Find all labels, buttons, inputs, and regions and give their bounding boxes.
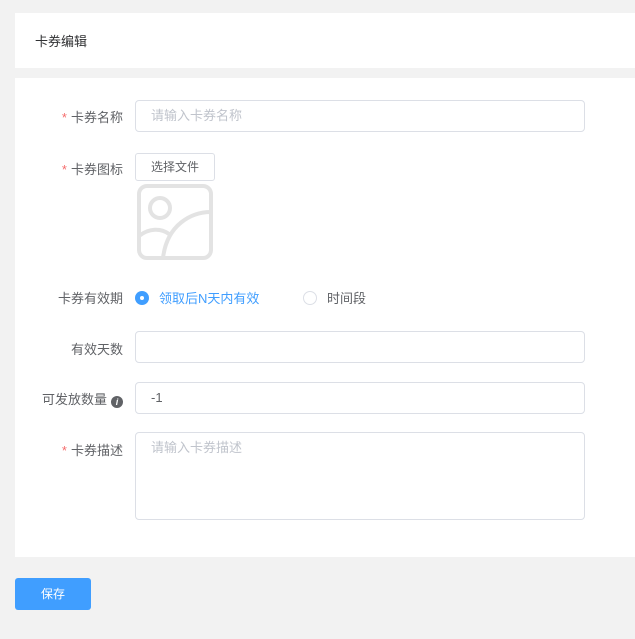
quantity-input[interactable]: -1 [135,382,585,414]
edit-form: * 卡券名称 请输入卡券名称 * 卡券图标 选择文件 卡券有效期 领取后N天内有效 … [15,78,635,557]
name-input[interactable]: 请输入卡券名称 [135,100,585,132]
radio-time-period[interactable]: 时间段 [303,288,366,307]
quantity-label: 可发放数量 i [42,389,123,408]
save-button[interactable]: 保存 [15,578,91,610]
page-header: 卡券编辑 [15,13,635,68]
page-title: 卡券编辑 [35,34,88,49]
info-icon[interactable]: i [111,396,123,408]
days-input[interactable] [135,331,585,363]
placeholder: 请输入卡券名称 [151,108,243,123]
placeholder: 请输入卡券描述 [151,440,243,455]
radio-checked-icon [135,290,149,305]
label-text: 卡券图标 [70,162,123,177]
radio-label: 时间段 [327,291,367,306]
choose-file-button[interactable]: 选择文件 [135,153,215,181]
required-mark: * [61,110,67,125]
icon-label: * 卡券图标 [62,159,123,178]
label-text: 可发放数量 [41,392,107,407]
radio-after-n-days[interactable]: 领取后N天内有效 [135,288,259,307]
days-label: 有效天数 [70,342,123,357]
required-mark: * [61,443,67,458]
image-placeholder-icon [137,184,213,260]
description-textarea[interactable]: 请输入卡券描述 [135,432,585,520]
desc-label: * 卡券描述 [62,440,123,459]
radio-unchecked-icon [303,290,317,305]
label-text: 卡券描述 [70,443,123,458]
required-mark: * [61,162,67,177]
label-text: 卡券名称 [70,110,123,125]
radio-label: 领取后N天内有效 [159,291,260,306]
name-label: * 卡券名称 [62,107,123,126]
validity-label: 卡券有效期 [57,291,123,306]
